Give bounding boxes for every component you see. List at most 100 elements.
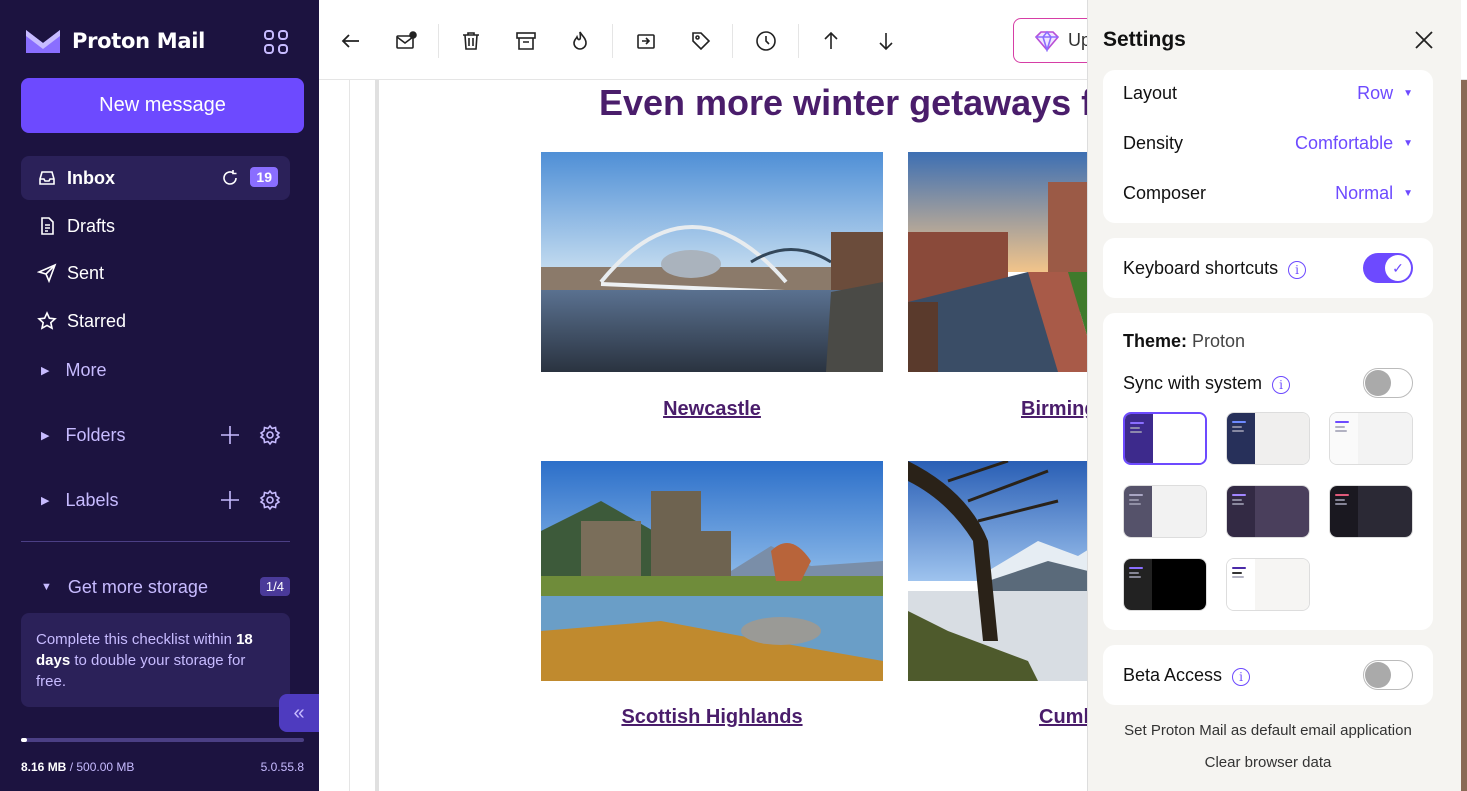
info-icon[interactable]: i bbox=[1272, 375, 1291, 394]
app-version: 5.0.55.8 bbox=[260, 760, 304, 774]
theme-swatch-carbon-blue[interactable] bbox=[1226, 412, 1310, 465]
delete-button[interactable] bbox=[456, 26, 486, 56]
next-message-button[interactable] bbox=[871, 26, 901, 56]
caret-down-icon: ▼ bbox=[1403, 187, 1413, 199]
sidebar-item-inbox[interactable]: Inbox 19 bbox=[21, 156, 290, 200]
label-settings-gear-icon[interactable] bbox=[259, 489, 281, 511]
envelope-dot-icon bbox=[396, 31, 417, 49]
keyboard-shortcuts-toggle[interactable]: ✓ bbox=[1363, 253, 1413, 283]
message-body: Even more winter getaways fo Newcastle B… bbox=[319, 80, 1087, 791]
toggle-knob bbox=[1365, 662, 1391, 688]
sidebar-item-sent[interactable]: Sent bbox=[21, 251, 290, 295]
sync-with-system-toggle[interactable] bbox=[1363, 368, 1413, 398]
set-default-app-link[interactable]: Set Proton Mail as default email applica… bbox=[1088, 722, 1448, 739]
theme-swatch-proton[interactable] bbox=[1123, 412, 1207, 465]
storage-usage-fill bbox=[21, 738, 27, 742]
birmingham-link[interactable]: Birming bbox=[908, 398, 1087, 421]
beta-access-toggle[interactable] bbox=[1363, 660, 1413, 690]
theme-swatch-snow[interactable] bbox=[1329, 412, 1413, 465]
density-select[interactable]: Comfortable ▼ bbox=[1295, 133, 1413, 154]
settings-panel: Settings Layout Row ▼ Density Comfortable… bbox=[1087, 0, 1461, 791]
apps-grid-icon[interactable] bbox=[262, 28, 290, 56]
storage-total: / 500.00 MB bbox=[66, 760, 135, 774]
storage-usage-bar bbox=[21, 738, 304, 742]
theme-swatch-classic[interactable] bbox=[1226, 558, 1310, 611]
info-icon[interactable]: i bbox=[1288, 260, 1307, 279]
storage-checklist-card[interactable]: Complete this checklist within 18 days t… bbox=[21, 613, 290, 707]
sidebar-divider bbox=[21, 541, 290, 542]
toggle-knob bbox=[1365, 370, 1391, 396]
density-label: Density bbox=[1123, 132, 1184, 153]
spam-button[interactable] bbox=[565, 26, 595, 56]
theme-swatch-carbon-dark[interactable] bbox=[1123, 558, 1207, 611]
layout-label: Layout bbox=[1123, 82, 1178, 103]
theme-swatch-contrast[interactable] bbox=[1329, 485, 1413, 538]
sidebar-item-starred[interactable]: Starred bbox=[21, 299, 290, 343]
layout-settings-card: Layout Row ▼ Density Comfortable ▼ Compose… bbox=[1103, 70, 1433, 223]
close-icon[interactable] bbox=[1410, 26, 1438, 54]
label-as-button[interactable] bbox=[686, 26, 716, 56]
theme-value: Proton bbox=[1192, 331, 1246, 351]
unread-count-badge: 19 bbox=[250, 167, 278, 187]
newcastle-link[interactable]: Newcastle bbox=[541, 398, 883, 421]
add-folder-icon[interactable] bbox=[219, 424, 241, 446]
density-row: Density Comfortable ▼ bbox=[1123, 128, 1413, 158]
new-message-button[interactable]: New message bbox=[21, 78, 304, 133]
back-button[interactable] bbox=[336, 26, 366, 56]
beta-label: Beta Access bbox=[1123, 664, 1223, 685]
birmingham-photo[interactable] bbox=[908, 152, 1087, 372]
toolbar-divider bbox=[438, 24, 439, 58]
composer-select[interactable]: Normal ▼ bbox=[1335, 183, 1413, 204]
theme-card: Theme: Proton Sync with system i bbox=[1103, 313, 1433, 630]
inbox-icon bbox=[37, 168, 57, 188]
sync-row: Sync with system i bbox=[1123, 368, 1413, 398]
scottish-highlands-link[interactable]: Scottish Highlands bbox=[541, 706, 883, 729]
cumbria-link[interactable]: Cumb bbox=[908, 706, 1087, 729]
newcastle-photo[interactable] bbox=[541, 152, 883, 372]
layout-value: Row bbox=[1357, 82, 1394, 103]
get-more-storage-toggle[interactable]: ▼ Get more storage 1/4 bbox=[21, 567, 290, 607]
folder-settings-gear-icon[interactable] bbox=[259, 424, 281, 446]
brand[interactable]: Proton Mail bbox=[24, 24, 205, 58]
send-icon bbox=[37, 263, 57, 283]
theme-swatch-slate[interactable] bbox=[1123, 485, 1207, 538]
caret-down-icon: ▼ bbox=[1403, 87, 1413, 99]
theme-swatch-monokai[interactable] bbox=[1226, 485, 1310, 538]
drafts-icon bbox=[37, 216, 57, 236]
mark-unread-button[interactable] bbox=[391, 26, 421, 56]
settings-title: Settings bbox=[1103, 28, 1186, 51]
clear-browser-data-link[interactable]: Clear browser data bbox=[1088, 754, 1448, 771]
layout-select[interactable]: Row ▼ bbox=[1357, 83, 1413, 104]
star-icon bbox=[37, 311, 57, 331]
previous-message-button[interactable] bbox=[816, 26, 846, 56]
caret-right-icon: ▶ bbox=[41, 364, 50, 377]
info-icon[interactable]: i bbox=[1232, 667, 1251, 686]
sidebar-item-drafts[interactable]: Drafts bbox=[21, 204, 290, 248]
refresh-icon[interactable] bbox=[220, 168, 240, 188]
snooze-button[interactable] bbox=[751, 26, 781, 56]
arrow-up-icon bbox=[824, 31, 838, 49]
sidebar-folders[interactable]: ▶ Folders bbox=[21, 415, 290, 455]
archive-button[interactable] bbox=[511, 26, 541, 56]
cumbria-photo[interactable] bbox=[908, 461, 1087, 681]
check-icon: ✓ bbox=[1385, 255, 1411, 281]
storage-title: Get more storage bbox=[67, 576, 208, 597]
sidebar-item-label: Inbox bbox=[67, 167, 115, 188]
collapse-sidebar-button[interactable]: « bbox=[279, 694, 319, 732]
sidebar-more[interactable]: ▶ More bbox=[21, 350, 290, 390]
add-label-icon[interactable] bbox=[219, 489, 241, 511]
move-to-folder-button[interactable] bbox=[631, 26, 661, 56]
diamond-icon bbox=[1034, 30, 1060, 52]
proton-logo-icon bbox=[26, 30, 60, 53]
layout-row: Layout Row ▼ bbox=[1123, 78, 1413, 108]
sidebar: Proton Mail New message Inbox 19 Drafts … bbox=[0, 0, 319, 791]
composer-label: Composer bbox=[1123, 182, 1207, 203]
brand-name: Proton Mail bbox=[72, 29, 206, 53]
scottish-highlands-photo[interactable] bbox=[541, 461, 883, 681]
arrow-left-icon bbox=[341, 34, 359, 48]
sidebar-item-label: Drafts bbox=[67, 215, 116, 236]
sidebar-item-label: Sent bbox=[67, 262, 105, 283]
sidebar-item-label: Starred bbox=[67, 310, 127, 331]
caret-down-icon: ▼ bbox=[1403, 137, 1413, 149]
sidebar-labels[interactable]: ▶ Labels bbox=[21, 480, 290, 520]
